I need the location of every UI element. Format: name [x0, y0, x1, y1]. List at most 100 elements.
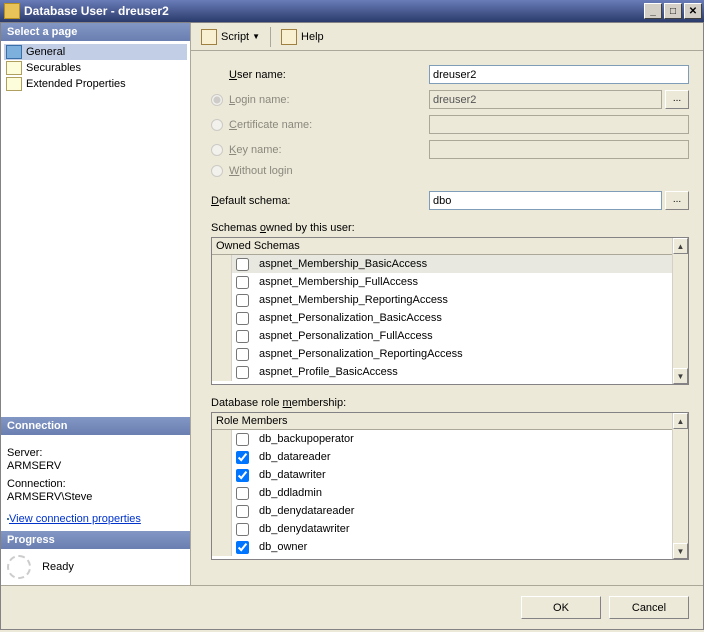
sidebar-item-securables[interactable]: Securables [4, 60, 187, 76]
row-label: db_owner [259, 541, 307, 553]
row-checkbox[interactable] [236, 330, 249, 343]
grid-row[interactable]: db_denydatareader [212, 502, 672, 520]
row-checkbox[interactable] [236, 258, 249, 271]
row-label: aspnet_Membership_BasicAccess [259, 258, 427, 270]
minimize-button[interactable]: _ [644, 3, 662, 19]
schemas-owned-label: Schemas owned by this user: [211, 222, 689, 234]
grid-row[interactable]: aspnet_Personalization_FullAccess [212, 327, 672, 345]
script-button[interactable]: Script ▼ [197, 27, 264, 47]
grid-row[interactable]: aspnet_Profile_BasicAccess [212, 363, 672, 381]
maximize-button[interactable]: □ [664, 3, 682, 19]
grid-row[interactable]: db_backupoperator [212, 430, 672, 448]
row-checkbox[interactable] [236, 523, 249, 536]
help-button[interactable]: Help [277, 27, 328, 47]
close-button[interactable]: ✕ [684, 3, 702, 19]
grid-row[interactable]: aspnet_Membership_BasicAccess [212, 255, 672, 273]
grid-row[interactable]: db_denydatawriter [212, 520, 672, 538]
default-schema-label: Default schema: [211, 195, 429, 207]
view-connection-properties-link[interactable]: View connection properties [9, 513, 141, 525]
row-checkbox[interactable] [236, 294, 249, 307]
row-checkbox[interactable] [236, 366, 249, 379]
row-checkbox[interactable] [236, 469, 249, 482]
row-checkbox[interactable] [236, 433, 249, 446]
page-icon [6, 77, 22, 91]
cert-name-radio [211, 119, 223, 131]
sidebar-item-label: General [26, 46, 65, 58]
scroll-down-icon[interactable]: ▼ [673, 543, 688, 559]
script-icon [201, 29, 217, 45]
row-label: db_datawriter [259, 469, 326, 481]
key-name-input [429, 140, 689, 159]
select-page-header: Select a page [1, 23, 190, 41]
row-header [212, 538, 232, 556]
schemas-scrollbar[interactable]: ▲ ▼ [672, 238, 688, 384]
row-header [212, 309, 232, 327]
grid-row[interactable]: aspnet_Personalization_BasicAccess [212, 309, 672, 327]
key-name-label: Key name: [229, 144, 429, 156]
login-name-browse-button[interactable]: ... [665, 90, 689, 109]
row-label: db_denydatawriter [259, 523, 350, 535]
help-label: Help [301, 31, 324, 43]
row-header [212, 502, 232, 520]
scroll-up-icon[interactable]: ▲ [673, 413, 688, 429]
row-checkbox[interactable] [236, 487, 249, 500]
grid-row[interactable]: db_ddladmin [212, 484, 672, 502]
server-label: Server: [7, 447, 184, 459]
row-label: aspnet_Profile_BasicAccess [259, 366, 398, 378]
user-name-input[interactable] [429, 65, 689, 84]
login-name-radio [211, 94, 223, 106]
login-name-label: Login name: [229, 94, 429, 106]
chevron-down-icon: ▼ [252, 32, 260, 41]
titlebar[interactable]: Database User - dreuser2 _ □ ✕ [0, 0, 704, 22]
row-checkbox[interactable] [236, 451, 249, 464]
grid-row[interactable]: aspnet_Membership_ReportingAccess [212, 291, 672, 309]
roles-scrollbar[interactable]: ▲ ▼ [672, 413, 688, 559]
scroll-up-icon[interactable]: ▲ [673, 238, 688, 254]
row-checkbox[interactable] [236, 541, 249, 554]
row-header [212, 291, 232, 309]
row-checkbox[interactable] [236, 312, 249, 325]
key-name-radio [211, 144, 223, 156]
cancel-button[interactable]: Cancel [609, 596, 689, 619]
app-icon [4, 3, 20, 19]
row-label: db_ddladmin [259, 487, 322, 499]
page-icon [6, 45, 22, 59]
row-label: aspnet_Personalization_ReportingAccess [259, 348, 463, 360]
row-label: aspnet_Membership_ReportingAccess [259, 294, 448, 306]
roles-grid-header: Role Members [212, 413, 672, 430]
row-label: db_backupoperator [259, 433, 354, 445]
progress-pane: Ready [1, 549, 190, 585]
schemas-grid: Owned Schemas aspnet_Membership_BasicAcc… [211, 237, 689, 385]
toolbar: Script ▼ Help [191, 23, 703, 51]
sidebar-item-extended-properties[interactable]: Extended Properties [4, 76, 187, 92]
row-label: db_datareader [259, 451, 331, 463]
grid-row[interactable]: db_datareader [212, 448, 672, 466]
row-checkbox[interactable] [236, 276, 249, 289]
row-label: aspnet_Personalization_FullAccess [259, 330, 433, 342]
grid-row[interactable]: db_datawriter [212, 466, 672, 484]
without-login-label: Without login [229, 165, 429, 177]
page-icon [6, 61, 22, 75]
default-schema-input[interactable] [429, 191, 662, 210]
grid-row[interactable]: db_owner [212, 538, 672, 556]
row-header [212, 448, 232, 466]
progress-status: Ready [42, 561, 74, 573]
roles-grid: Role Members db_backupoperator db_datarea… [211, 412, 689, 560]
user-name-label: User name: [229, 69, 429, 81]
row-header [212, 327, 232, 345]
row-checkbox[interactable] [236, 348, 249, 361]
grid-row[interactable]: aspnet_Personalization_ReportingAccess [212, 345, 672, 363]
schemas-grid-header: Owned Schemas [212, 238, 672, 255]
row-header [212, 430, 232, 448]
progress-header: Progress [1, 531, 190, 549]
scroll-down-icon[interactable]: ▼ [673, 368, 688, 384]
default-schema-browse-button[interactable]: ... [665, 191, 689, 210]
content-area: Script ▼ Help User name: Login name: ... [191, 23, 703, 585]
row-header [212, 345, 232, 363]
row-header [212, 255, 232, 273]
row-header [212, 484, 232, 502]
row-checkbox[interactable] [236, 505, 249, 518]
sidebar-item-general[interactable]: General [4, 44, 187, 60]
grid-row[interactable]: aspnet_Membership_FullAccess [212, 273, 672, 291]
ok-button[interactable]: OK [521, 596, 601, 619]
